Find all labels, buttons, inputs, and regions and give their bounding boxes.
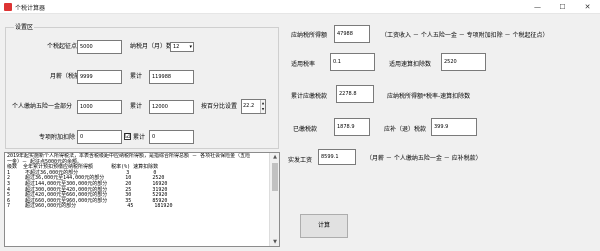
scroll-down-icon[interactable]: ▼ — [270, 238, 280, 246]
cumulative-tax-label: 累计应缴税款 — [291, 93, 328, 100]
window-title: 个税计算器 — [15, 5, 46, 12]
close-button[interactable]: ✕ — [575, 0, 600, 14]
tax-threshold-input[interactable]: 5000 — [77, 40, 122, 54]
special-deduction-label: 专项附加扣除 — [39, 134, 76, 141]
taxable-income-field[interactable]: 47988 — [334, 25, 370, 43]
insurance-input[interactable]: 1000 — [77, 100, 122, 114]
textarea-scrollbar[interactable]: ▲ ▼ — [269, 153, 279, 246]
taxable-income-label: 应纳税所得额 — [291, 32, 328, 39]
insurance-label: 个人缴纳五险一金部分 — [12, 103, 73, 110]
chevron-down-icon: ▾ — [189, 44, 192, 50]
scroll-up-icon[interactable]: ▲ — [270, 153, 280, 161]
cumulative-deduction-label: 累计 — [133, 134, 146, 141]
due-tax-label: 应补（退）税款 — [384, 126, 427, 133]
maximize-button[interactable]: ☐ — [550, 0, 575, 14]
paid-tax-label: 已缴税款 — [293, 126, 318, 133]
actual-salary-label: 实发工资 — [288, 157, 313, 164]
cumulative-insurance-field[interactable]: 12000 — [149, 100, 194, 114]
cumulative-insurance-label: 累计 — [130, 103, 143, 110]
percent-setting-label: 按百分比设置 — [201, 103, 238, 110]
tax-month-label: 纳税月（月）数 — [130, 43, 173, 50]
tax-info-textarea[interactable]: 2019年起实施新个人所得税法，本表含税级距中应纳税所得额，是指综合所得总额 －… — [4, 152, 280, 247]
info-table-row: 7 超过960,000元的部分 45 181920 — [7, 203, 173, 210]
quick-deduction-field[interactable]: 2520 — [441, 53, 486, 71]
actual-salary-formula: （月薪 － 个人缴纳五险一金 － 应补税款） — [366, 155, 482, 162]
tax-rate-field[interactable]: 0.1 — [330, 53, 375, 71]
due-tax-field[interactable]: 399.9 — [431, 118, 477, 136]
tax-month-value: 12 — [173, 44, 180, 50]
tax-threshold-label: 个税起征点 — [47, 43, 78, 50]
scrollbar-thumb[interactable] — [272, 163, 278, 191]
special-deduction-input[interactable]: 0 — [77, 130, 122, 144]
cumulative-salary-field[interactable]: 119988 — [149, 70, 194, 84]
tax-month-select[interactable]: 12 ▾ — [170, 42, 194, 52]
taxable-income-formula: （工资收入 － 个人五险一金 － 专项附加扣除 － 个税起征点） — [381, 32, 549, 39]
paid-tax-field[interactable]: 1878.9 — [334, 118, 370, 136]
percent-setting-value: 22.2 — [243, 103, 255, 109]
calculate-button[interactable]: 计算 — [300, 214, 348, 238]
cumulative-salary-label: 累计 — [130, 73, 143, 80]
tax-rate-label: 适用税率 — [291, 61, 316, 68]
cumulative-tax-formula: 应纳税所得额*税率-速算扣除数 — [387, 93, 471, 100]
actual-salary-field[interactable]: 8599.1 — [318, 149, 356, 165]
quick-deduction-label: 适用速算扣除数 — [389, 61, 432, 68]
monthly-salary-input[interactable]: 9999 — [77, 70, 122, 84]
cumulative-deduction-field[interactable]: 0 — [149, 130, 194, 144]
cumulative-checkbox[interactable]: ☑ — [124, 133, 131, 140]
title-bar — [0, 0, 600, 14]
spin-arrows-icon[interactable]: ▲ ▼ — [260, 100, 265, 113]
settings-group-title: 设置区 — [14, 22, 35, 31]
minimize-button[interactable]: — — [525, 0, 550, 14]
cumulative-tax-field[interactable]: 2278.8 — [336, 85, 374, 103]
percent-setting-spinbox[interactable]: 22.2 ▲ ▼ — [241, 99, 266, 114]
app-icon — [4, 3, 12, 11]
